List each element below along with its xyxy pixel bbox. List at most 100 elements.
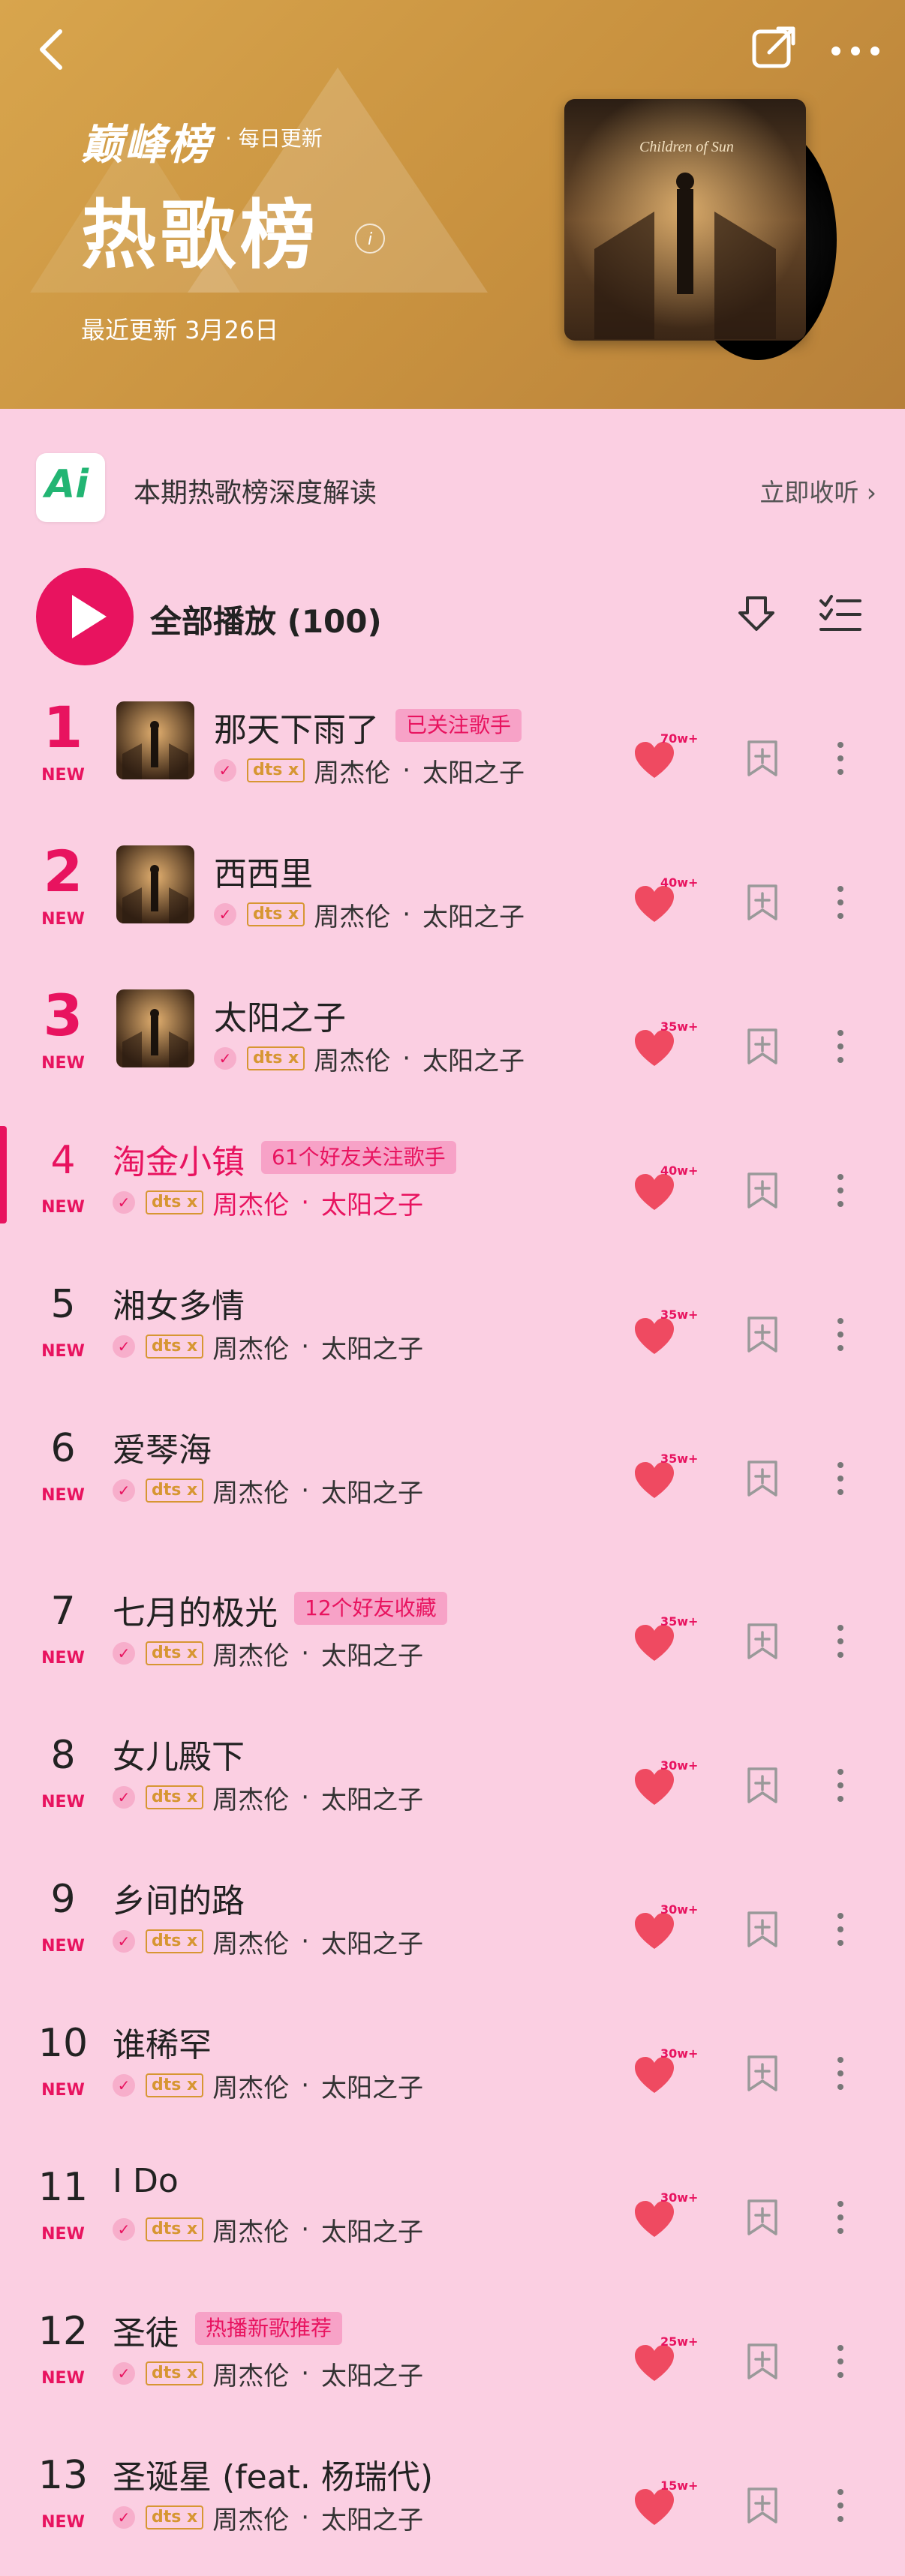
song-row[interactable]: 6 NEW 爱琴海 ✓ dts x 周杰伦 · 太阳之子 35w+ (0, 1414, 905, 1549)
song-thumbnail[interactable] (116, 989, 194, 1067)
back-button[interactable] (30, 23, 75, 75)
artist-name[interactable]: 周杰伦 (212, 1635, 289, 1672)
like-button[interactable] (632, 2342, 677, 2387)
song-title[interactable]: 爱琴海 (113, 1423, 212, 1471)
artist-name[interactable]: 周杰伦 (212, 2499, 289, 2536)
ai-interpretation-row[interactable]: Ai 本期热歌榜深度解读 立即收听 › (36, 453, 876, 524)
song-row[interactable]: 2 NEW 西西里 ✓ dts x 周杰伦 · 太阳之子 40w+ (0, 838, 905, 973)
add-to-playlist-button[interactable] (741, 1025, 783, 1067)
song-title[interactable]: 谁稀罕 (113, 2018, 212, 2066)
song-row[interactable]: 9 NEW 乡间的路 ✓ dts x 周杰伦 · 太阳之子 30w+ (0, 1865, 905, 2000)
album-name[interactable]: 太阳之子 (321, 1473, 423, 1509)
song-title[interactable]: 圣诞星 (feat. 杨瑞代) (113, 2450, 433, 2498)
add-to-playlist-button[interactable] (741, 1314, 783, 1356)
add-to-playlist-button[interactable] (741, 2196, 783, 2238)
artist-name[interactable]: 周杰伦 (212, 1473, 289, 1509)
artist-name[interactable]: 周杰伦 (212, 1184, 289, 1221)
album-name[interactable]: 太阳之子 (422, 752, 525, 789)
add-to-playlist-button[interactable] (741, 737, 783, 779)
song-more-button[interactable] (825, 1169, 855, 1211)
song-title[interactable]: 湘女多情 (113, 1279, 245, 1327)
like-button[interactable] (632, 1910, 677, 1955)
like-button[interactable] (632, 2054, 677, 2099)
song-title[interactable]: 西西里 (214, 847, 313, 895)
song-row[interactable]: 12 NEW 圣徒 热播新歌推荐 ✓ dts x 周杰伦 · 太阳之子 25w+ (0, 2297, 905, 2432)
song-thumbnail[interactable] (116, 701, 194, 779)
song-title[interactable]: 七月的极光 (113, 1586, 278, 1634)
song-more-button[interactable] (825, 881, 855, 923)
song-row[interactable]: 7 NEW 七月的极光 12个好友收藏 ✓ dts x 周杰伦 · 太阳之子 35w+ (0, 1577, 905, 1712)
add-to-playlist-button[interactable] (741, 1458, 783, 1500)
song-more-button[interactable] (825, 1908, 855, 1950)
album-name[interactable]: 太阳之子 (321, 2355, 423, 2392)
album-name[interactable]: 太阳之子 (321, 1923, 423, 1960)
like-button[interactable] (632, 1622, 677, 1667)
song-more-button[interactable] (825, 2484, 855, 2526)
add-to-playlist-button[interactable] (741, 1764, 783, 1806)
song-row[interactable]: 11 NEW I Do ✓ dts x 周杰伦 · 太阳之子 30w+ (0, 2153, 905, 2288)
add-to-playlist-button[interactable] (741, 2052, 783, 2094)
like-button[interactable] (632, 1315, 677, 1360)
artist-name[interactable]: 周杰伦 (212, 2067, 289, 2104)
artist-name[interactable]: 周杰伦 (314, 1040, 390, 1077)
song-title[interactable]: 太阳之子 (214, 991, 346, 1039)
like-button[interactable] (632, 883, 677, 928)
song-more-button[interactable] (825, 1458, 855, 1500)
add-to-playlist-button[interactable] (741, 881, 783, 923)
song-more-button[interactable] (825, 1314, 855, 1356)
song-thumbnail[interactable] (116, 845, 194, 923)
album-name[interactable]: 太阳之子 (321, 1184, 423, 1221)
song-more-button[interactable] (825, 1025, 855, 1067)
song-more-button[interactable] (825, 1764, 855, 1806)
add-to-playlist-button[interactable] (741, 1908, 783, 1950)
song-more-button[interactable] (825, 737, 855, 779)
share-button[interactable] (747, 23, 799, 75)
album-name[interactable]: 太阳之子 (321, 1329, 423, 1365)
song-more-button[interactable] (825, 2196, 855, 2238)
song-row[interactable]: 3 NEW 太阳之子 ✓ dts x 周杰伦 · 太阳之子 35w+ (0, 982, 905, 1117)
like-button[interactable] (632, 1766, 677, 1811)
artist-name[interactable]: 周杰伦 (212, 2211, 289, 2248)
album-name[interactable]: 太阳之子 (321, 2211, 423, 2248)
add-to-playlist-button[interactable] (741, 2340, 783, 2382)
multi-select-button[interactable] (818, 592, 863, 637)
song-title[interactable]: 乡间的路 (113, 1874, 245, 1922)
song-title[interactable]: I Do (113, 2162, 179, 2200)
song-row[interactable]: 1 NEW 那天下雨了 已关注歌手 ✓ dts x 周杰伦 · 太阳之子 70w+ (0, 694, 905, 829)
album-name[interactable]: 太阳之子 (422, 896, 525, 933)
artist-name[interactable]: 周杰伦 (212, 2355, 289, 2392)
song-row[interactable]: 5 NEW 湘女多情 ✓ dts x 周杰伦 · 太阳之子 35w+ (0, 1270, 905, 1405)
album-name[interactable]: 太阳之子 (321, 2067, 423, 2104)
song-title[interactable]: 那天下雨了 (214, 703, 379, 751)
download-button[interactable] (734, 592, 779, 637)
listen-now-link[interactable]: 立即收听 › (759, 473, 876, 509)
info-icon[interactable]: i (355, 224, 385, 254)
add-to-playlist-button[interactable] (741, 1620, 783, 1662)
song-title[interactable]: 淘金小镇 (113, 1135, 245, 1183)
more-button[interactable] (825, 23, 885, 75)
album-name[interactable]: 太阳之子 (321, 1779, 423, 1816)
album-name[interactable]: 太阳之子 (321, 2499, 423, 2536)
song-title[interactable]: 圣徒 (113, 2306, 179, 2354)
chart-cover-image[interactable]: Children of Sun (564, 99, 806, 341)
like-button[interactable] (632, 2486, 677, 2531)
song-row[interactable]: 13 NEW 圣诞星 (feat. 杨瑞代) ✓ dts x 周杰伦 · 太阳之子 15w+ (0, 2441, 905, 2576)
like-button[interactable] (632, 1171, 677, 1216)
song-more-button[interactable] (825, 2052, 855, 2094)
album-name[interactable]: 太阳之子 (321, 1635, 423, 1672)
artist-name[interactable]: 周杰伦 (212, 1329, 289, 1365)
add-to-playlist-button[interactable] (741, 2484, 783, 2526)
add-to-playlist-button[interactable] (741, 1169, 783, 1211)
artist-name[interactable]: 周杰伦 (314, 896, 390, 933)
artist-name[interactable]: 周杰伦 (314, 752, 390, 789)
like-button[interactable] (632, 2198, 677, 2243)
like-button[interactable] (632, 1027, 677, 1072)
like-button[interactable] (632, 739, 677, 784)
song-more-button[interactable] (825, 2340, 855, 2382)
song-row[interactable]: 4 NEW 淘金小镇 61个好友关注歌手 ✓ dts x 周杰伦 · 太阳之子 40w+ (0, 1126, 905, 1261)
artist-name[interactable]: 周杰伦 (212, 1779, 289, 1816)
song-row[interactable]: 10 NEW 谁稀罕 ✓ dts x 周杰伦 · 太阳之子 30w+ (0, 2009, 905, 2144)
song-more-button[interactable] (825, 1620, 855, 1662)
play-all-label[interactable]: 全部播放 (100) (150, 596, 382, 642)
artist-name[interactable]: 周杰伦 (212, 1923, 289, 1960)
